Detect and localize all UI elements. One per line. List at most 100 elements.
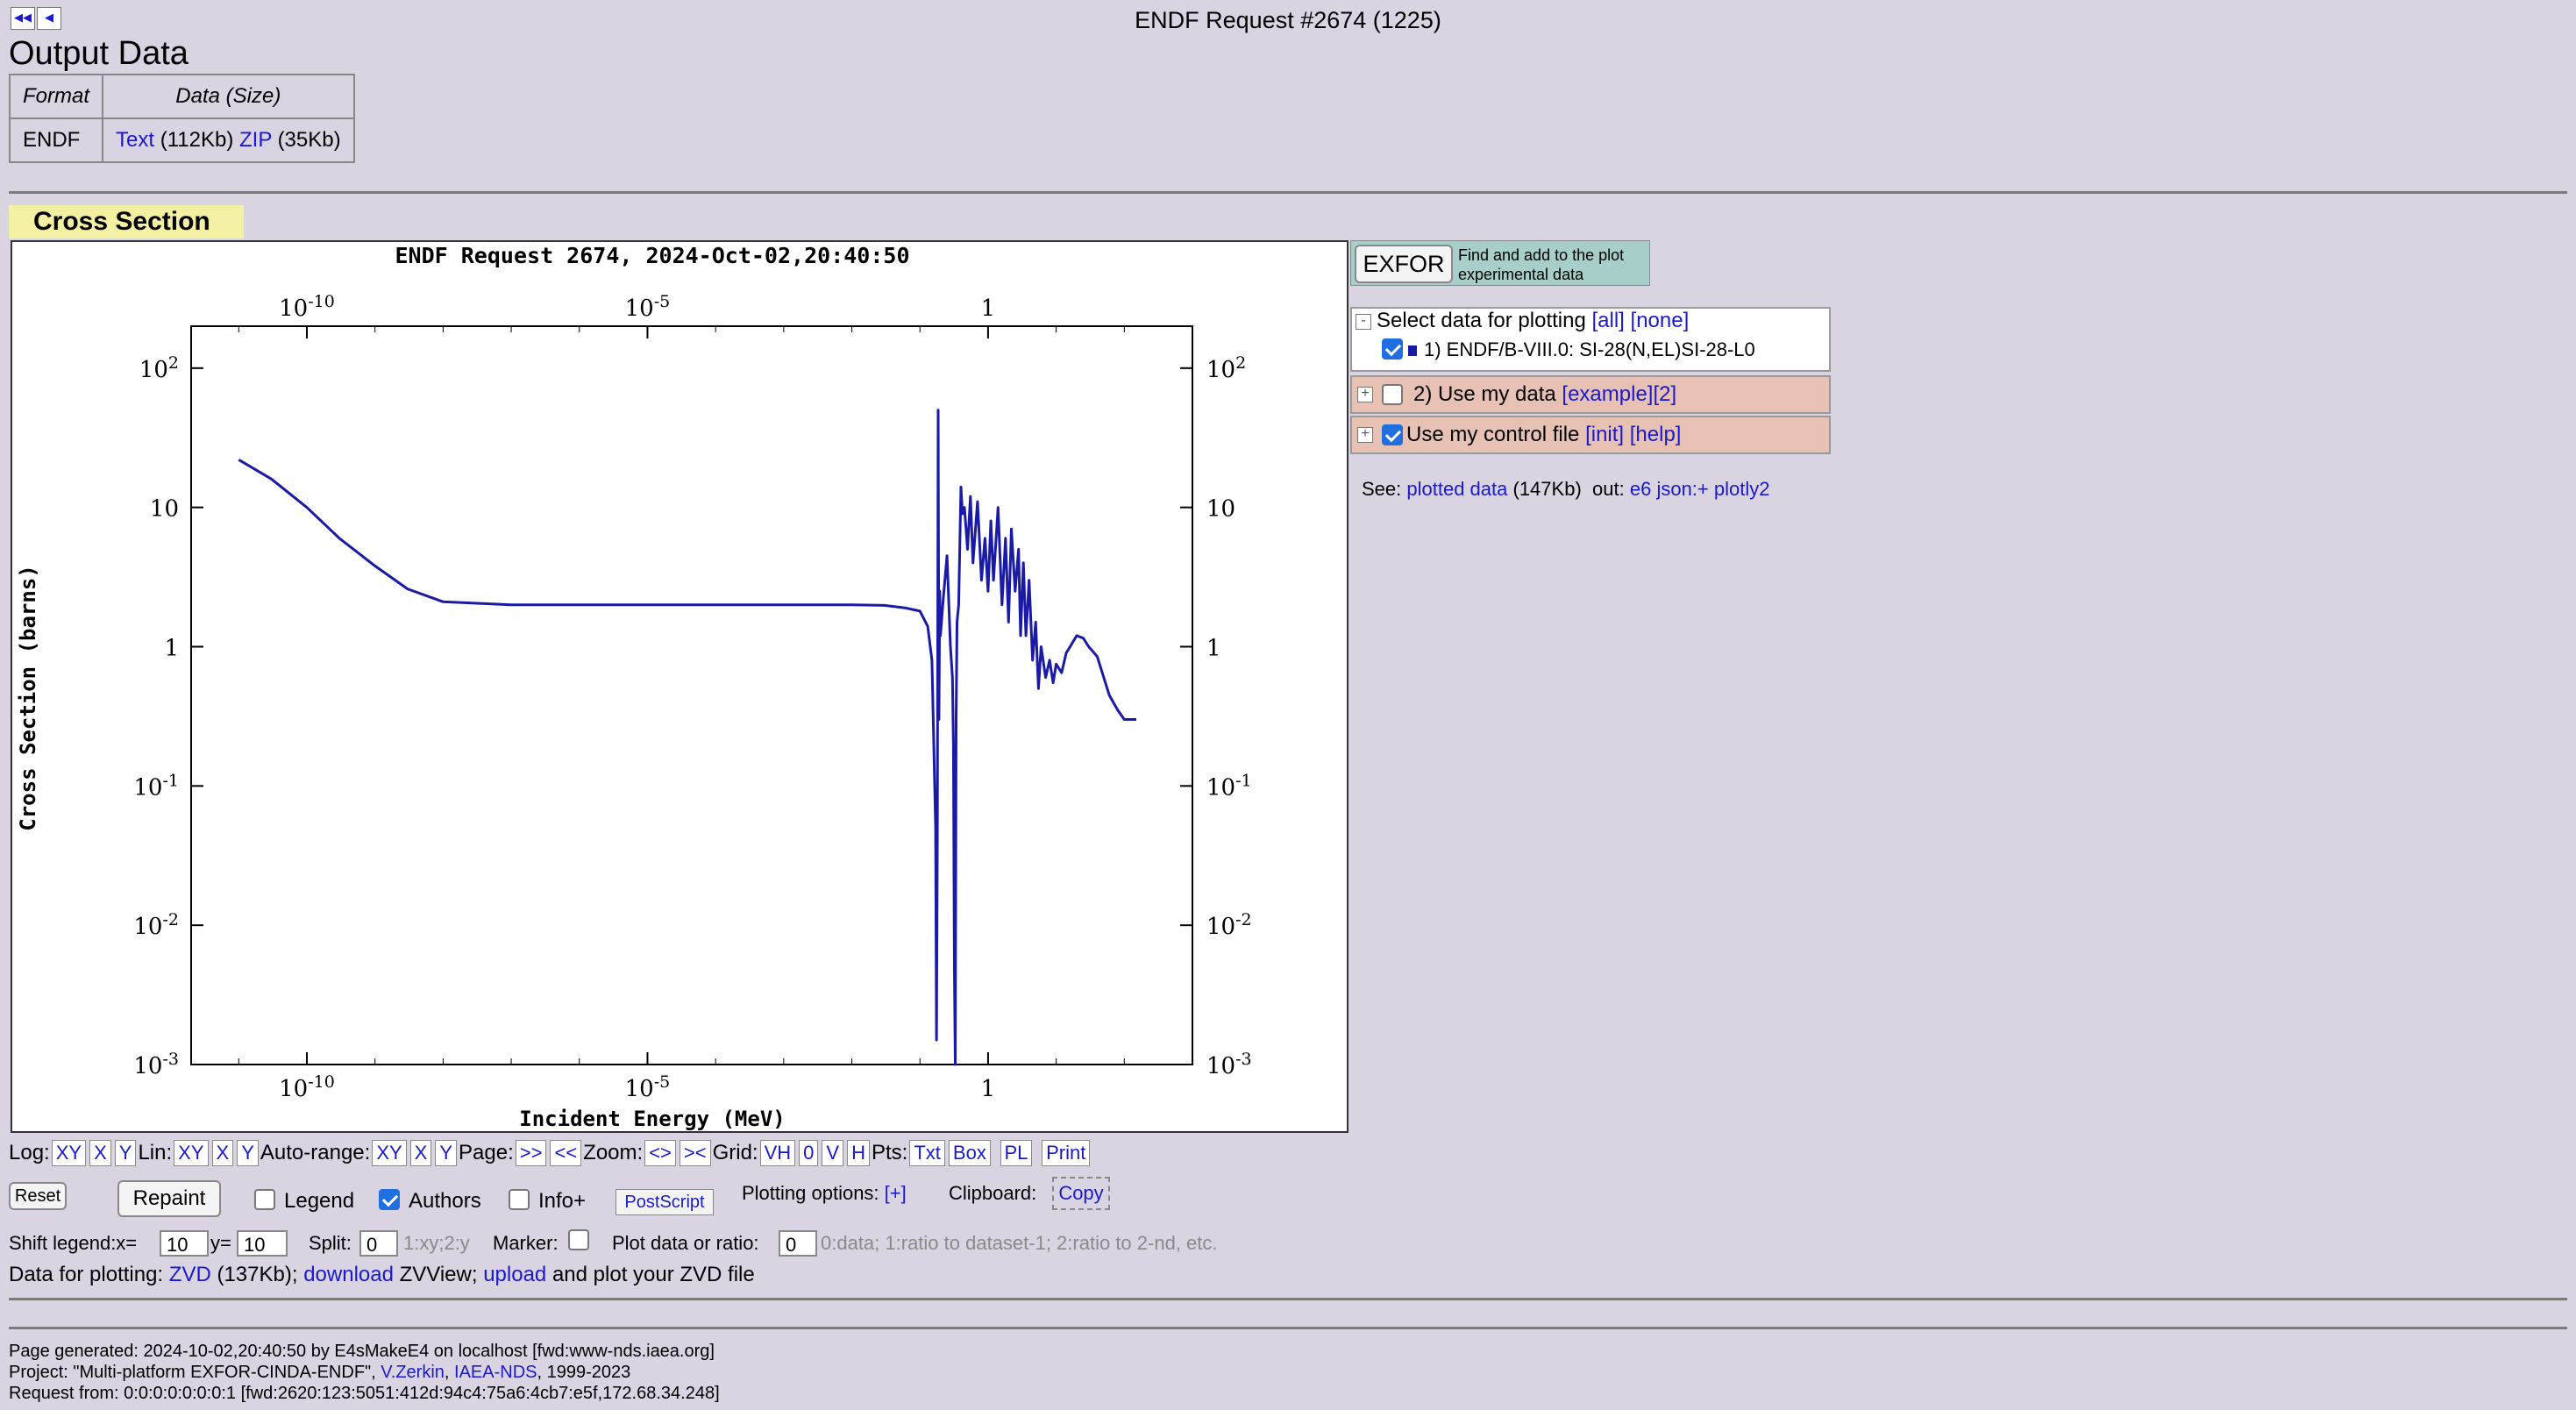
x-tick-label-bottom: 10-10 — [279, 1072, 335, 1102]
print-button[interactable]: Print — [1042, 1140, 1091, 1166]
zoom-in-button[interactable]: <> — [644, 1140, 676, 1166]
authors-checkbox[interactable] — [379, 1189, 400, 1210]
page-prev-button[interactable]: << — [550, 1140, 582, 1166]
dataset-1-checkbox[interactable] — [1382, 338, 1403, 360]
text-link[interactable]: Text — [116, 128, 154, 152]
help-link[interactable]: [help] — [1630, 423, 1682, 446]
ratio-input[interactable]: 0 — [779, 1230, 817, 1257]
shift-x-input[interactable]: 10 — [160, 1230, 209, 1257]
autorange-label: Auto-range: — [260, 1141, 371, 1164]
plot-options-link[interactable]: [+] — [885, 1182, 907, 1204]
x-tick-label-top: 10-10 — [279, 292, 335, 322]
divider — [9, 1327, 2567, 1329]
grid-0-button[interactable]: 0 — [799, 1140, 819, 1166]
zip-link[interactable]: ZIP — [239, 128, 272, 152]
auto-x-button[interactable]: X — [409, 1140, 432, 1166]
grid-label: Grid: — [712, 1141, 758, 1164]
select-all-link[interactable]: [all] — [1592, 309, 1625, 332]
output-heading: Output Data — [9, 35, 189, 72]
plot-title: ENDF Request 2674, 2024-Oct-02,20:40:50 — [395, 243, 910, 268]
plot-frame — [190, 325, 1193, 1065]
cross-section-plot[interactable]: ENDF Request 2674, 2024-Oct-02,20:40:50 … — [11, 240, 1348, 1133]
marker-checkbox[interactable] — [568, 1229, 589, 1250]
out-label: out: — [1592, 478, 1625, 500]
log-x-button[interactable]: X — [89, 1140, 111, 1166]
shift-y-label: y= — [210, 1232, 231, 1254]
zoom-label: Zoom: — [583, 1141, 644, 1164]
lin-xy-button[interactable]: XY — [174, 1140, 209, 1166]
exfor-panel: EXFOR Find and add to the plot experimen… — [1350, 240, 1650, 286]
y-tick-label-right: 10-2 — [1206, 910, 1252, 940]
zvd-link[interactable]: ZVD — [169, 1263, 211, 1286]
pl-button[interactable]: PL — [1000, 1140, 1033, 1166]
output-table: Format Data (Size) ENDF Text (112Kb) ZIP… — [8, 74, 355, 163]
exfor-button[interactable]: EXFOR — [1355, 245, 1453, 283]
my-data-line: 2) Use my data [example][2] — [1413, 382, 1676, 407]
dataset-1-label: 1) ENDF/B-VIII.0: SI-28(N,EL)SI-28-L0 — [1424, 338, 1755, 360]
select-none-link[interactable]: [none] — [1631, 309, 1690, 332]
see-line: See: plotted data (147Kb) out: e6 json:+… — [1362, 478, 1770, 501]
info-checkbox[interactable] — [509, 1189, 530, 1210]
text-size: (112Kb) — [160, 128, 234, 152]
select-label: Select data for plotting — [1377, 309, 1586, 332]
lin-x-button[interactable]: X — [211, 1140, 234, 1166]
e6-link[interactable]: e6 — [1630, 478, 1651, 500]
log-xy-button[interactable]: XY — [51, 1140, 87, 1166]
pts-box-button[interactable]: Box — [948, 1140, 991, 1166]
reset-button[interactable]: Reset — [9, 1182, 67, 1210]
y-tick-label-left: 10-1 — [133, 771, 179, 801]
split-hint: 1:xy;2:y — [403, 1232, 470, 1254]
control-file-checkbox[interactable] — [1382, 424, 1403, 445]
auto-xy-button[interactable]: XY — [372, 1140, 407, 1166]
ratio-hint: 0:data; 1:ratio to dataset-1; 2:ratio to… — [821, 1232, 1218, 1254]
init-link[interactable]: [init] — [1585, 423, 1624, 446]
x-tick-label-top: 1 — [981, 296, 996, 322]
plotted-data-link[interactable]: plotted data — [1406, 478, 1507, 500]
marker-label: Marker: — [493, 1232, 559, 1254]
json-link[interactable]: json:+ — [1656, 478, 1708, 500]
split-input[interactable]: 0 — [359, 1230, 398, 1257]
auto-y-button[interactable]: Y — [435, 1140, 458, 1166]
grid-v-button[interactable]: V — [822, 1140, 844, 1166]
x-tick-label-bottom: 10-5 — [625, 1072, 671, 1102]
grid-vh-button[interactable]: VH — [759, 1140, 796, 1166]
legend-label: Legend — [284, 1189, 355, 1213]
shift-y-input[interactable]: 10 — [237, 1230, 288, 1257]
legend-checkbox[interactable] — [254, 1189, 275, 1210]
page-next-button[interactable]: >> — [515, 1140, 547, 1166]
y-tick-label-right: 102 — [1206, 353, 1246, 383]
expand-toggle[interactable]: + — [1357, 387, 1373, 402]
copy-button[interactable]: Copy — [1052, 1177, 1110, 1210]
upload-link[interactable]: upload — [483, 1263, 546, 1286]
plot-options-line: Plotting options: [+] — [742, 1182, 907, 1205]
expand-toggle[interactable]: + — [1357, 427, 1373, 443]
pts-txt-button[interactable]: Txt — [909, 1140, 945, 1166]
lin-y-button[interactable]: Y — [237, 1140, 259, 1166]
zoom-out-button[interactable]: >< — [679, 1140, 711, 1166]
footer-generated: Page generated: 2024-10-02,20:40:50 by E… — [9, 1342, 715, 1361]
log-label: Log: — [9, 1141, 50, 1164]
plotly2-link[interactable]: plotly2 — [1714, 478, 1770, 500]
plot-svg: ENDF Request 2674, 2024-Oct-02,20:40:50 … — [16, 243, 1252, 1131]
collapse-toggle[interactable]: - — [1356, 314, 1371, 330]
example-2-link[interactable]: [2] — [1653, 382, 1676, 406]
download-link[interactable]: download — [303, 1263, 394, 1286]
control-file-label: Use my control file — [1406, 423, 1580, 446]
series-line — [238, 409, 1136, 1066]
x-tick-label-bottom: 1 — [981, 1076, 996, 1102]
authors-label: Authors — [409, 1189, 481, 1213]
example-link[interactable]: [example] — [1562, 382, 1653, 406]
org-link[interactable]: IAEA-NDS — [454, 1363, 537, 1382]
author-link[interactable]: V.Zerkin — [381, 1363, 445, 1382]
zvd-rest: and plot your ZVD file — [551, 1263, 755, 1286]
repaint-button[interactable]: Repaint — [117, 1180, 221, 1217]
my-data-row: + 2) Use my data [example][2] — [1350, 375, 1831, 414]
my-data-checkbox[interactable] — [1382, 384, 1403, 405]
postscript-button[interactable]: PostScript — [616, 1189, 714, 1215]
log-y-button[interactable]: Y — [114, 1140, 137, 1166]
zip-size: (35Kb) — [277, 128, 341, 152]
section-title: Cross Section — [9, 205, 244, 239]
col-data: Data (Size) — [102, 74, 355, 119]
grid-h-button[interactable]: H — [847, 1140, 870, 1166]
page-label: Page: — [459, 1141, 514, 1164]
